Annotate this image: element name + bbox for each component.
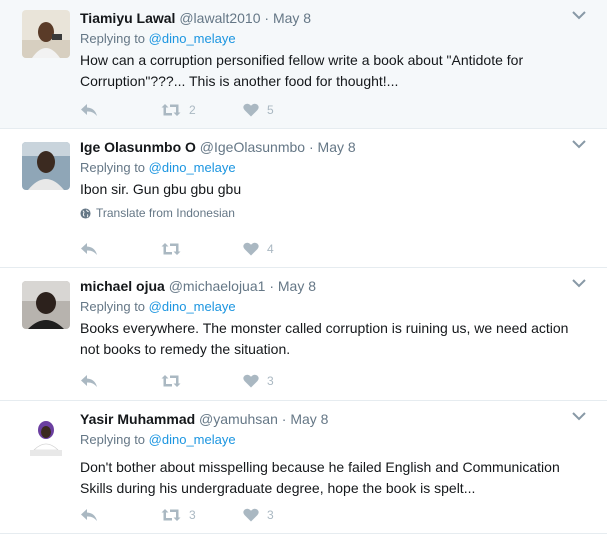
tweet-date[interactable]: May 8 <box>278 278 316 294</box>
author-name[interactable]: michael ojua <box>80 278 165 294</box>
like-count: 3 <box>267 374 274 388</box>
replying-prefix: Replying to <box>80 160 146 175</box>
author-name[interactable]: Yasir Muhammad <box>80 411 195 427</box>
tweet[interactable]: Tiamiyu Lawal @lawalt2010 · May 8 Replyi… <box>0 0 607 129</box>
tweet[interactable]: Ige Olasunmbo O @IgeOlasunmbo · May 8 Re… <box>0 129 607 268</box>
tweet[interactable]: michael ojua @michaelojua1 · May 8 Reply… <box>0 268 607 401</box>
replying-to: Replying to @dino_melaye <box>80 160 577 176</box>
tweet-text: Books everywhere. The monster called cor… <box>80 320 569 357</box>
retweet-icon <box>161 375 181 387</box>
chevron-down-icon[interactable] <box>571 9 587 21</box>
retweet-button[interactable]: 3 <box>161 505 196 525</box>
tweet-date[interactable]: May 8 <box>273 10 311 26</box>
separator-dot: · <box>269 278 274 294</box>
retweet-icon <box>161 509 181 521</box>
reply-icon <box>81 243 97 255</box>
translate-link[interactable]: Translate from Indonesian <box>80 206 577 220</box>
retweet-count: 3 <box>189 508 196 522</box>
chevron-down-icon[interactable] <box>571 138 587 150</box>
retweet-icon <box>161 243 181 255</box>
tweet[interactable]: Yasir Muhammad @yamuhsan · May 8 Replyin… <box>0 401 607 534</box>
author-handle[interactable]: @michaelojua1 <box>169 278 266 294</box>
author-name[interactable]: Tiamiyu Lawal <box>80 10 175 26</box>
replying-prefix: Replying to <box>80 432 146 447</box>
author-handle[interactable]: @yamuhsan <box>199 411 278 427</box>
separator-dot: · <box>264 10 270 26</box>
tweet-text: Don't bother about misspelling because h… <box>80 459 560 496</box>
replying-prefix: Replying to <box>80 31 146 46</box>
like-icon <box>243 374 259 388</box>
reply-icon <box>81 104 97 116</box>
like-button[interactable]: 3 <box>243 505 274 525</box>
reply-button[interactable] <box>80 505 98 525</box>
tweet-actions: 2 5 <box>80 100 340 120</box>
avatar[interactable] <box>22 281 70 329</box>
reply-button[interactable] <box>80 239 98 259</box>
like-count: 5 <box>267 103 274 117</box>
reply-icon <box>81 509 97 521</box>
author-handle[interactable]: @lawalt2010 <box>179 10 260 26</box>
tweet-actions: 4 <box>80 239 340 259</box>
tweet-date[interactable]: May 8 <box>318 139 356 155</box>
like-button[interactable]: 4 <box>243 239 274 259</box>
tweet-feed: Tiamiyu Lawal @lawalt2010 · May 8 Replyi… <box>0 0 607 547</box>
reply-button[interactable] <box>80 100 98 120</box>
author-handle[interactable]: @IgeOlasunmbo <box>200 139 305 155</box>
translate-label[interactable]: Translate from Indonesian <box>96 206 235 220</box>
mention-link[interactable]: @dino_melaye <box>149 299 236 314</box>
retweet-button[interactable]: 2 <box>161 100 196 120</box>
separator-dot: · <box>281 411 287 427</box>
retweet-icon <box>161 104 181 116</box>
reply-icon <box>81 375 97 387</box>
like-count: 3 <box>267 508 274 522</box>
chevron-down-icon[interactable] <box>571 277 587 289</box>
replying-prefix: Replying to <box>80 299 146 314</box>
tweet-text: Ibon sir. Gun gbu gbu gbu <box>80 181 242 197</box>
globe-icon <box>80 207 91 219</box>
mention-link[interactable]: @dino_melaye <box>149 160 236 175</box>
like-icon <box>243 103 259 117</box>
reply-button[interactable] <box>80 371 98 391</box>
avatar[interactable] <box>22 414 70 462</box>
separator-dot: · <box>308 139 314 155</box>
chevron-down-icon[interactable] <box>571 410 587 422</box>
retweet-button[interactable] <box>161 371 189 391</box>
mention-link[interactable]: @dino_melaye <box>149 31 236 46</box>
retweet-button[interactable] <box>161 239 189 259</box>
like-count: 4 <box>267 242 274 256</box>
like-button[interactable]: 5 <box>243 100 274 120</box>
replying-to: Replying to @dino_melaye <box>80 31 577 47</box>
mention-link[interactable]: @dino_melaye <box>149 432 236 447</box>
replying-to: Replying to @dino_melaye <box>80 432 577 448</box>
avatar[interactable] <box>22 10 70 58</box>
tweet-date[interactable]: May 8 <box>290 411 328 427</box>
avatar[interactable] <box>22 142 70 190</box>
like-icon <box>243 242 259 256</box>
retweet-count: 2 <box>189 103 196 117</box>
like-icon <box>243 508 259 522</box>
like-button[interactable]: 3 <box>243 371 274 391</box>
tweet-actions: 3 3 <box>80 505 340 525</box>
tweet-text: How can a corruption personified fellow … <box>80 52 524 89</box>
author-name[interactable]: Ige Olasunmbo O <box>80 139 196 155</box>
tweet-actions: 3 <box>80 371 340 391</box>
replying-to: Replying to @dino_melaye <box>80 299 577 315</box>
